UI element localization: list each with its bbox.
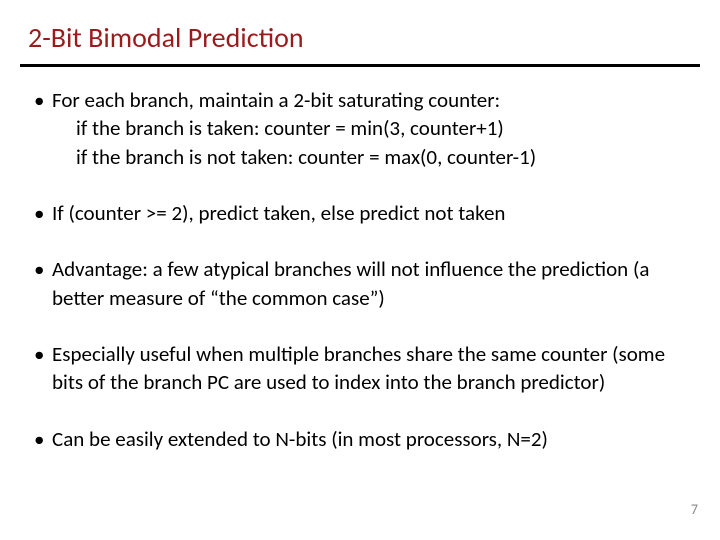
bullet-subline: if the branch is taken: counter = min(3,… xyxy=(52,114,684,142)
title-underline xyxy=(20,64,700,67)
bullet-lead: Especially useful when multiple branches… xyxy=(52,341,665,395)
bullet-lead: If (counter >= 2), predict taken, else p… xyxy=(52,200,505,226)
bullet-item: Can be easily extended to N-bits (in mos… xyxy=(34,425,684,453)
bullet-item: Advantage: a few atypical branches will … xyxy=(34,255,684,312)
slide-title: 2-Bit Bimodal Prediction xyxy=(28,20,304,55)
slide-body: For each branch, maintain a 2-bit satura… xyxy=(34,86,684,453)
bullet-subline: if the branch is not taken: counter = ma… xyxy=(52,143,684,171)
bullet-item: For each branch, maintain a 2-bit satura… xyxy=(34,86,684,171)
bullet-lead: Advantage: a few atypical branches will … xyxy=(52,256,649,310)
bullet-item: Especially useful when multiple branches… xyxy=(34,340,684,397)
bullet-item: If (counter >= 2), predict taken, else p… xyxy=(34,199,684,227)
bullet-lead: Can be easily extended to N-bits (in mos… xyxy=(52,426,548,452)
bullet-lead: For each branch, maintain a 2-bit satura… xyxy=(52,87,500,113)
slide: 2-Bit Bimodal Prediction For each branch… xyxy=(0,0,720,540)
page-number: 7 xyxy=(691,501,698,518)
